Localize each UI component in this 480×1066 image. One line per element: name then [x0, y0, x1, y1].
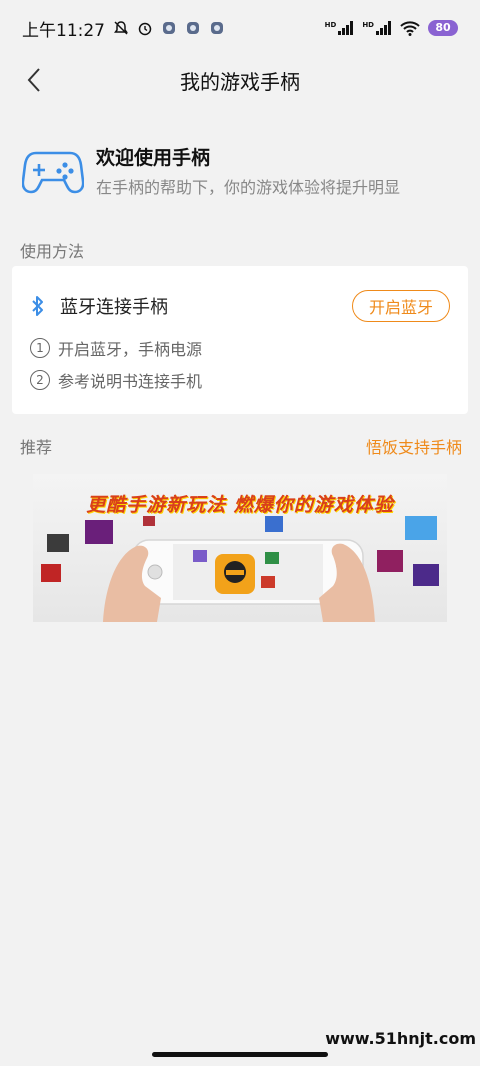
promo-banner[interactable]: 更酷手游新玩法 燃爆你的游戏体验 — [33, 474, 447, 622]
signal-icon: HD — [362, 21, 392, 35]
step-text: 开启蓝牙，手柄电源 — [58, 340, 203, 359]
back-button[interactable] — [16, 62, 52, 98]
supported-gamepads-link[interactable]: 悟饭支持手柄 — [366, 434, 462, 458]
signal-icon: HD — [325, 21, 355, 35]
page-title: 我的游戏手柄 — [180, 69, 300, 94]
recommend-section-label: 推荐 — [20, 438, 53, 457]
usage-step: 1 开启蓝牙，手柄电源 — [30, 336, 202, 360]
enable-bluetooth-button[interactable]: 开启蓝牙 — [352, 290, 450, 322]
hd-badge: HD — [324, 21, 337, 29]
app-notification-icon — [185, 20, 201, 36]
hd-badge: HD — [362, 21, 374, 29]
step-number: 1 — [30, 338, 50, 358]
chevron-left-icon — [27, 68, 40, 92]
wifi-icon — [400, 20, 420, 36]
welcome-subtitle: 在手柄的帮助下，你的游戏体验将提升明显 — [96, 177, 401, 197]
usage-card: 蓝牙连接手柄 开启蓝牙 1 开启蓝牙，手柄电源 2 参考说明书连接手机 — [12, 266, 468, 414]
welcome-header: 欢迎使用手柄 在手柄的帮助下，你的游戏体验将提升明显 — [22, 140, 462, 200]
step-number: 2 — [30, 370, 50, 390]
top-nav-bar: 我的游戏手柄 — [0, 56, 480, 104]
bluetooth-label: 蓝牙连接手柄 — [60, 297, 168, 318]
bluetooth-icon — [32, 296, 43, 316]
home-indicator[interactable] — [152, 1052, 328, 1057]
status-bar: 上午11:27 HD HD 80 — [0, 0, 480, 56]
battery-indicator: 80 — [428, 20, 458, 36]
usage-section-label: 使用方法 — [20, 242, 85, 261]
notification-muted-icon — [113, 20, 129, 36]
status-time: 上午11:27 — [22, 20, 105, 41]
app-notification-icon — [209, 20, 225, 36]
watermark-text: www.51hnjt.com — [325, 1029, 476, 1048]
alarm-icon — [137, 20, 153, 36]
banner-illustration — [41, 516, 439, 622]
step-text: 参考说明书连接手机 — [58, 372, 203, 391]
usage-step: 2 参考说明书连接手机 — [30, 368, 202, 392]
app-notification-icon — [161, 20, 177, 36]
gamepad-icon — [22, 151, 84, 194]
welcome-title: 欢迎使用手柄 — [96, 146, 211, 169]
